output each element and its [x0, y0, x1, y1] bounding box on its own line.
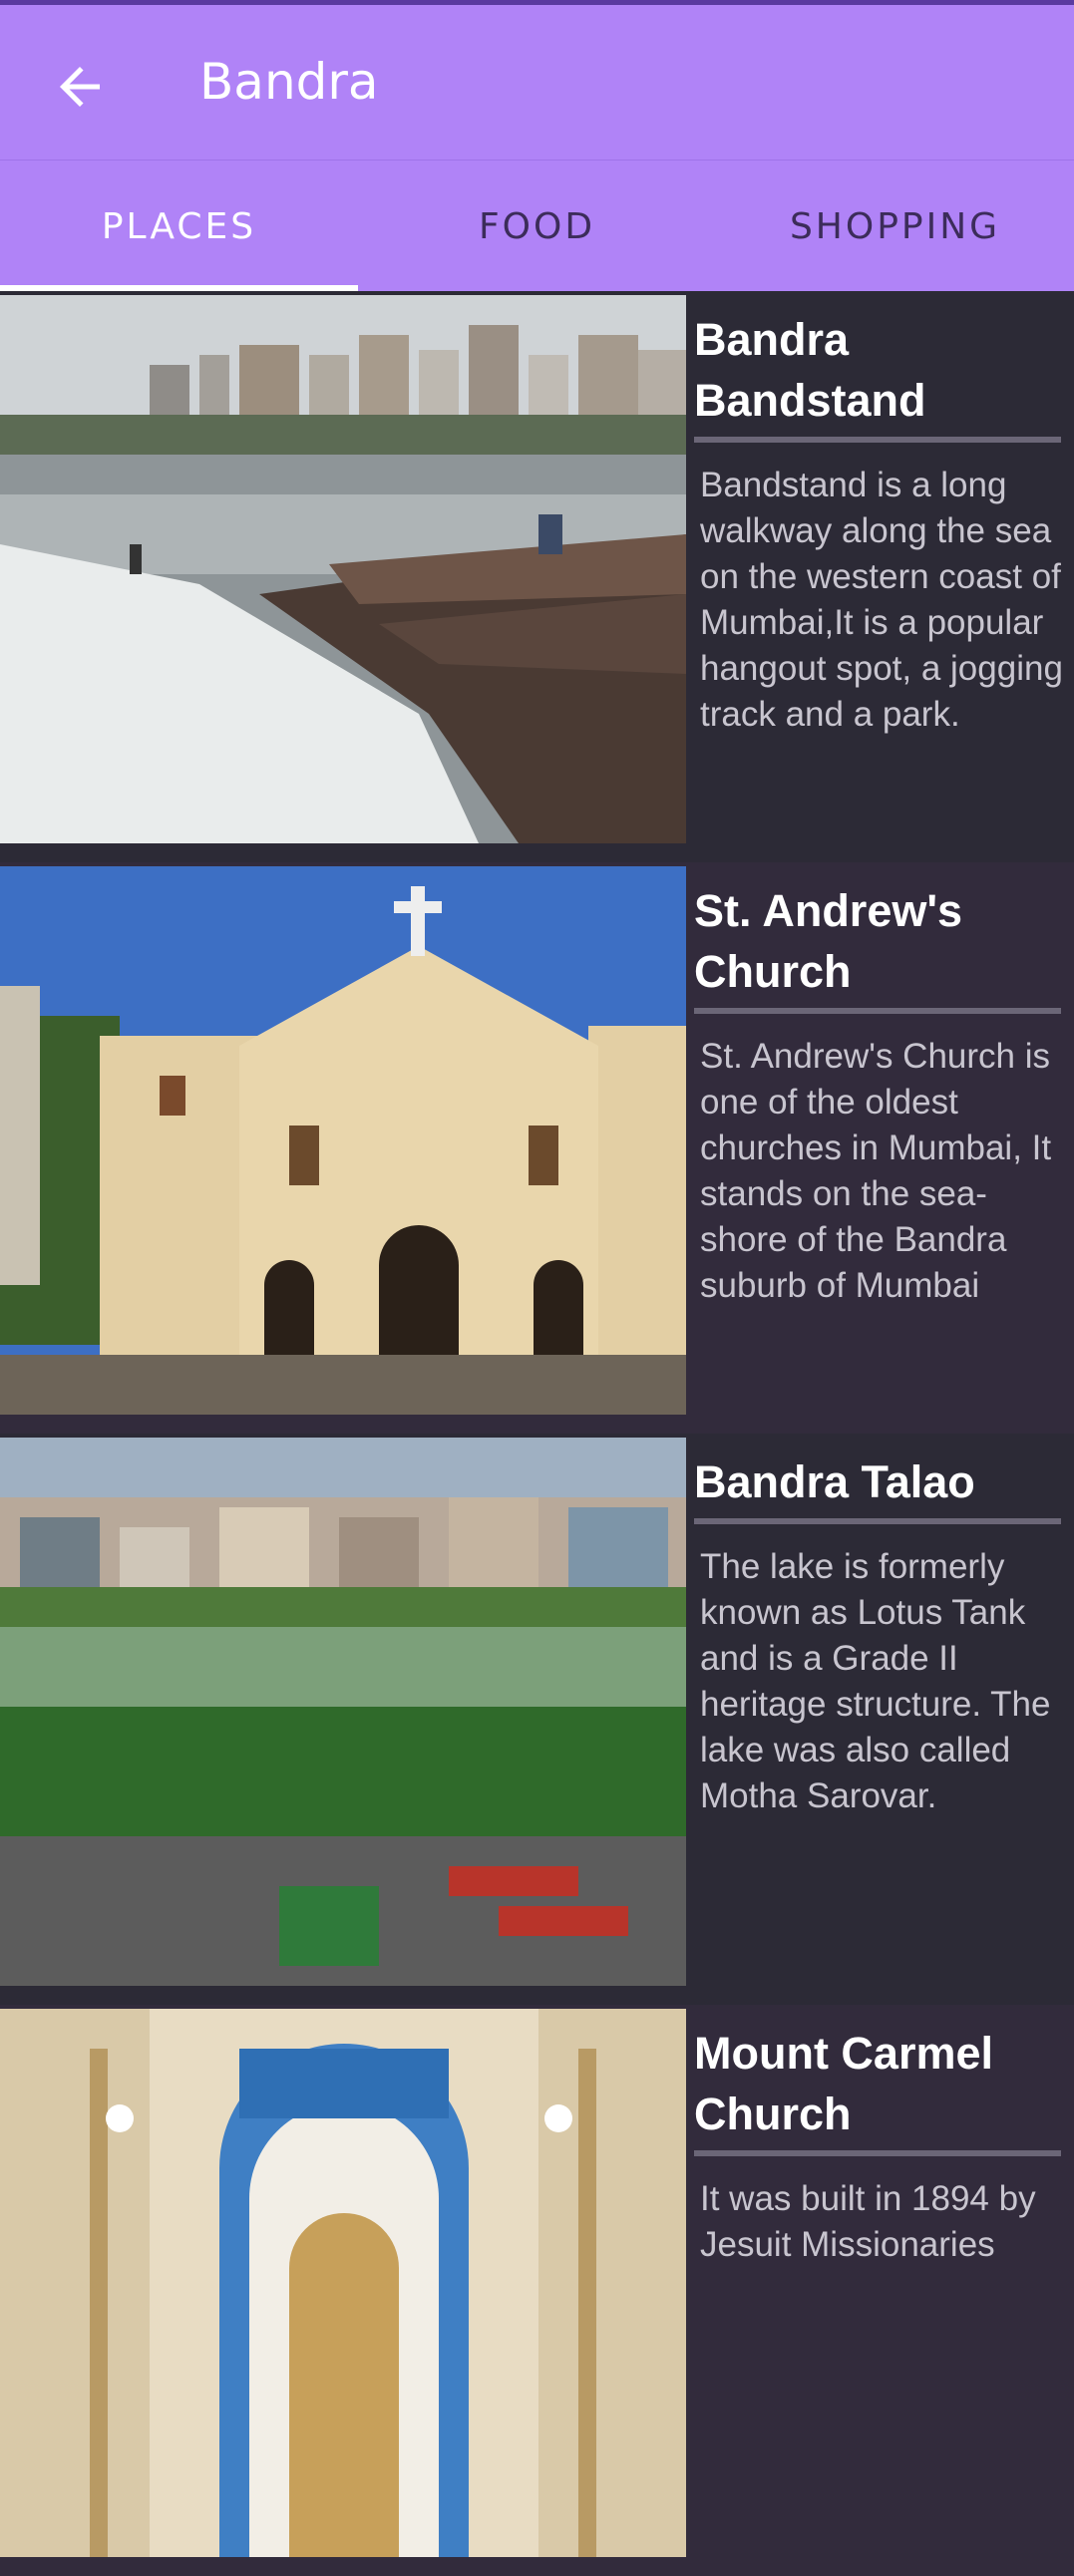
place-info: St. Andrew's Church St. Andrew's Church …: [694, 880, 1063, 1309]
arrow-left-icon: [60, 67, 100, 107]
place-description: The lake is formerly known as Lotus Tank…: [700, 1547, 1051, 1815]
place-name: Bandra Talao: [694, 1456, 975, 1507]
app-bar: Bandra: [0, 0, 1074, 160]
place-info: Bandra Talao The lake is formerly known …: [694, 1451, 1063, 1819]
place-description: Bandstand is a long walkway along the se…: [700, 466, 1063, 734]
place-name: Mount Carmel Church: [694, 2028, 994, 2139]
page-title: Bandra: [199, 53, 379, 111]
place-image: [0, 866, 686, 1415]
place-name: Bandra Bandstand: [694, 314, 926, 426]
list-item[interactable]: St. Andrew's Church St. Andrew's Church …: [0, 862, 1074, 1434]
tab-places[interactable]: PLACES: [0, 161, 358, 292]
place-description: It was built in 1894 by Jesuit Missionar…: [700, 2179, 1036, 2264]
divider: [694, 1008, 1061, 1014]
place-image: [0, 2009, 686, 2557]
tab-bar: PLACES FOOD SHOPPING: [0, 160, 1074, 291]
list-item[interactable]: Bandra Bandstand Bandstand is a long wal…: [0, 291, 1074, 862]
place-image: [0, 1438, 686, 1986]
divider: [694, 437, 1061, 443]
divider: [694, 1518, 1061, 1524]
place-info: Bandra Bandstand Bandstand is a long wal…: [694, 309, 1063, 738]
list-item[interactable]: Bandra Talao The lake is formerly known …: [0, 1434, 1074, 2005]
tab-shopping[interactable]: SHOPPING: [716, 161, 1074, 292]
place-name: St. Andrew's Church: [694, 885, 963, 997]
place-description: St. Andrew's Church is one of the oldest…: [700, 1037, 1052, 1305]
place-info: Mount Carmel Church It was built in 1894…: [694, 2023, 1063, 2268]
list-item[interactable]: Mount Carmel Church It was built in 1894…: [0, 2005, 1074, 2576]
tab-food[interactable]: FOOD: [358, 161, 716, 292]
divider: [694, 2150, 1061, 2156]
place-image: [0, 295, 686, 843]
back-button[interactable]: [50, 57, 110, 117]
